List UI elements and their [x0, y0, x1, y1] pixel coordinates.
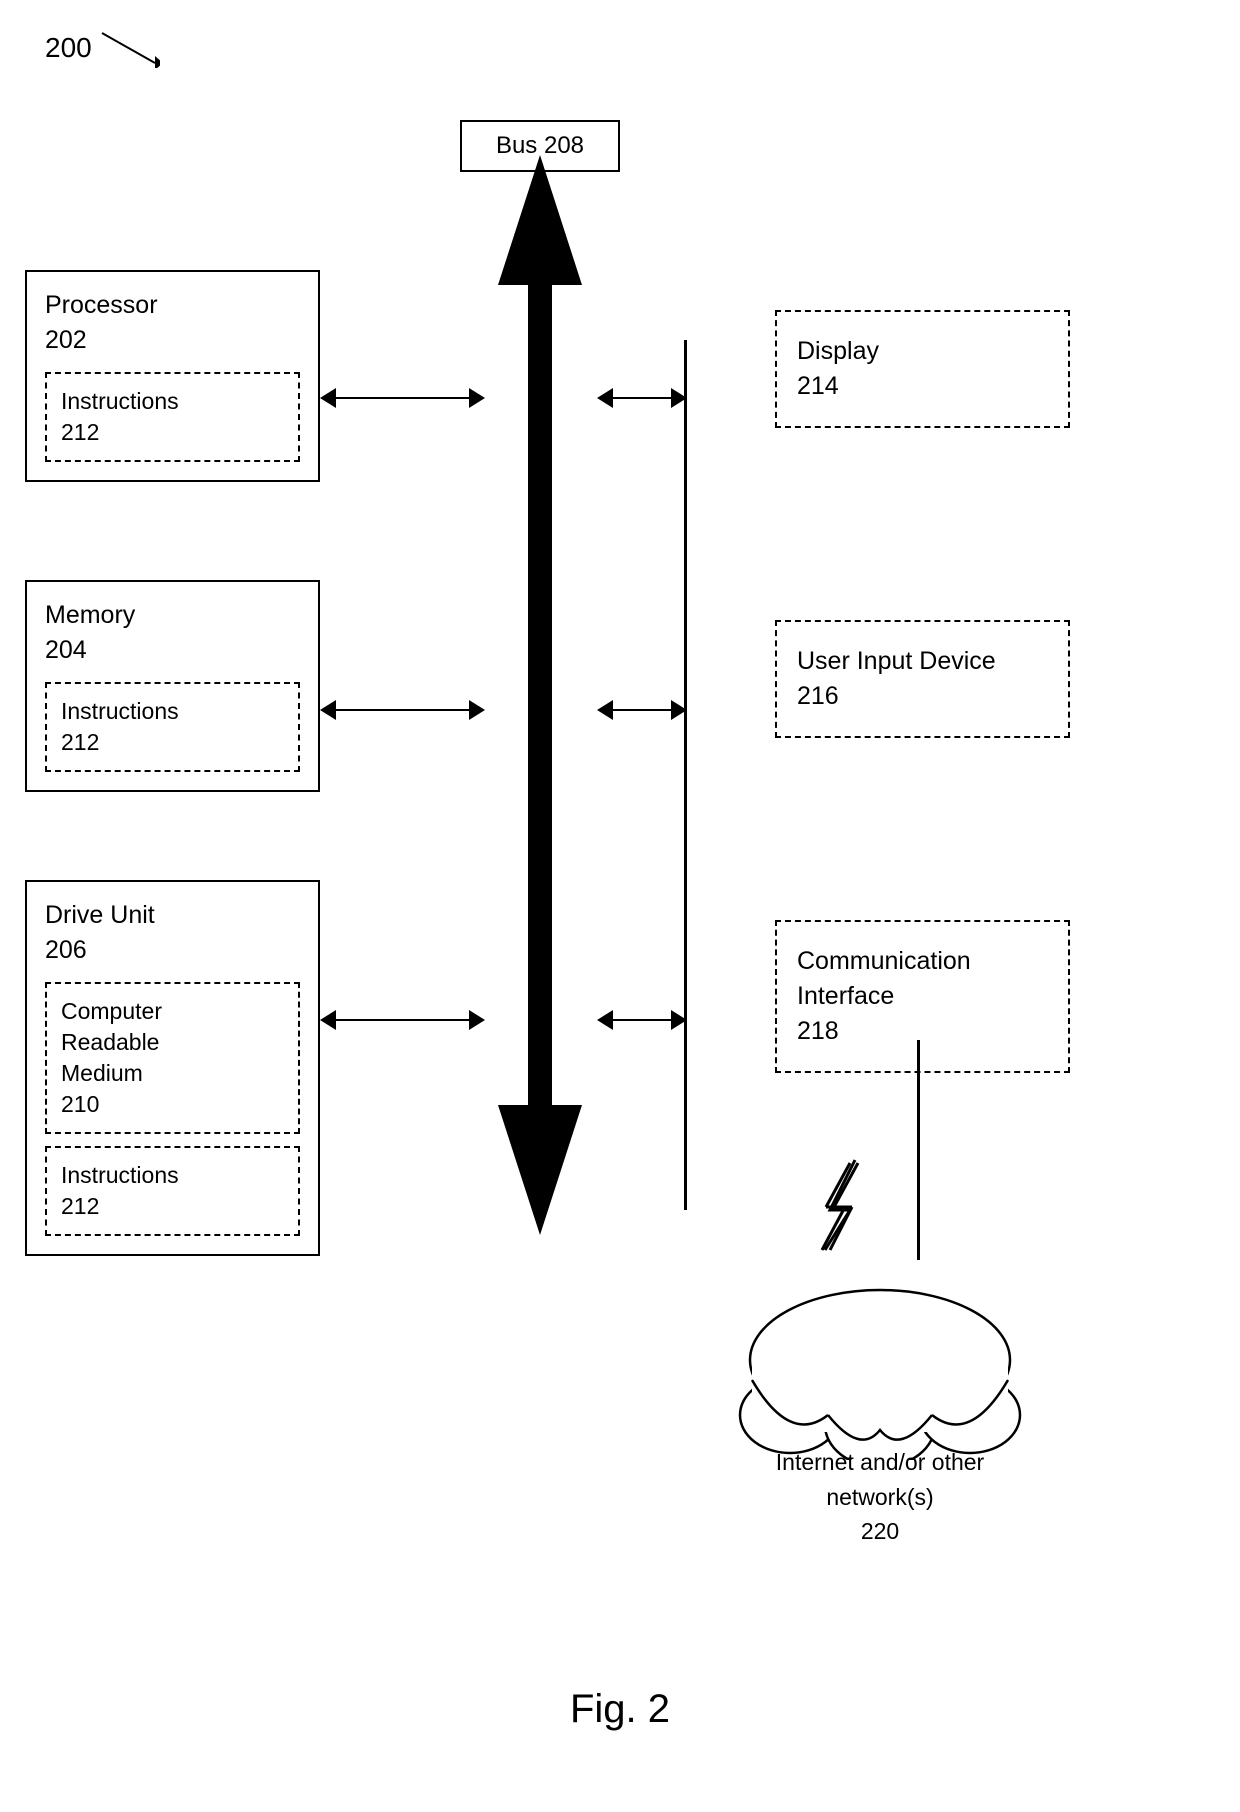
figure-number: 200 [45, 32, 92, 64]
arrow-left-icon [320, 700, 336, 720]
processor-box: Processor202 Instructions212 [25, 270, 320, 482]
memory-instructions-box: Instructions212 [45, 682, 300, 772]
comm-interface-title: CommunicationInterface218 [797, 944, 1048, 1049]
arrow-right-icon [469, 1010, 485, 1030]
processor-title: Processor202 [45, 288, 300, 358]
arrow-left-icon [320, 388, 336, 408]
processor-bus-arrow [320, 388, 485, 408]
arrow-left-icon [597, 700, 613, 720]
lightning-icon [800, 1155, 880, 1255]
arrow-right-icon [469, 700, 485, 720]
user-input-box: User Input Device216 [775, 620, 1070, 738]
user-input-title: User Input Device216 [797, 644, 1048, 714]
drive-unit-title: Drive Unit206 [45, 898, 300, 968]
arrow-left-icon [320, 1010, 336, 1030]
figure-number-area: 200 [45, 28, 160, 68]
arrow-left-icon [597, 388, 613, 408]
display-bus-arrow [597, 388, 687, 408]
arrow-right-icon [671, 700, 687, 720]
arrow-right-icon [671, 1010, 687, 1030]
processor-instructions-box: Instructions212 [45, 372, 300, 462]
arrow-left-icon [597, 1010, 613, 1030]
figure-label: Fig. 2 [570, 1687, 670, 1732]
comm-bus-arrow [597, 1010, 687, 1030]
bus-arrow-icon [483, 155, 597, 1235]
drive-unit-box: Drive Unit206 ComputerReadableMedium210 … [25, 880, 320, 1256]
arrow-indicator-icon [100, 28, 160, 68]
arrow-right-icon [671, 388, 687, 408]
memory-bus-arrow-left [320, 700, 485, 720]
arrow-right-icon [469, 388, 485, 408]
comm-interface-box: CommunicationInterface218 [775, 920, 1070, 1073]
user-input-bus-arrow [597, 700, 687, 720]
display-title: Display214 [797, 334, 1048, 404]
drive-instructions-box: Instructions212 [45, 1146, 300, 1236]
cloud-container: Internet and/or othernetwork(s)220 [700, 1260, 1060, 1549]
memory-title: Memory204 [45, 598, 300, 668]
diagram: 200 Bus 208 Processor202 Instructions212 [0, 0, 1240, 1812]
network-label: Internet and/or othernetwork(s)220 [700, 1445, 1060, 1549]
comm-to-cloud-line [917, 1040, 920, 1260]
drive-bus-arrow-left [320, 1010, 485, 1030]
computer-readable-medium-box: ComputerReadableMedium210 [45, 982, 300, 1134]
right-bus-line [684, 340, 687, 1210]
memory-box: Memory204 Instructions212 [25, 580, 320, 792]
display-box: Display214 [775, 310, 1070, 428]
cloud-icon [710, 1260, 1050, 1460]
